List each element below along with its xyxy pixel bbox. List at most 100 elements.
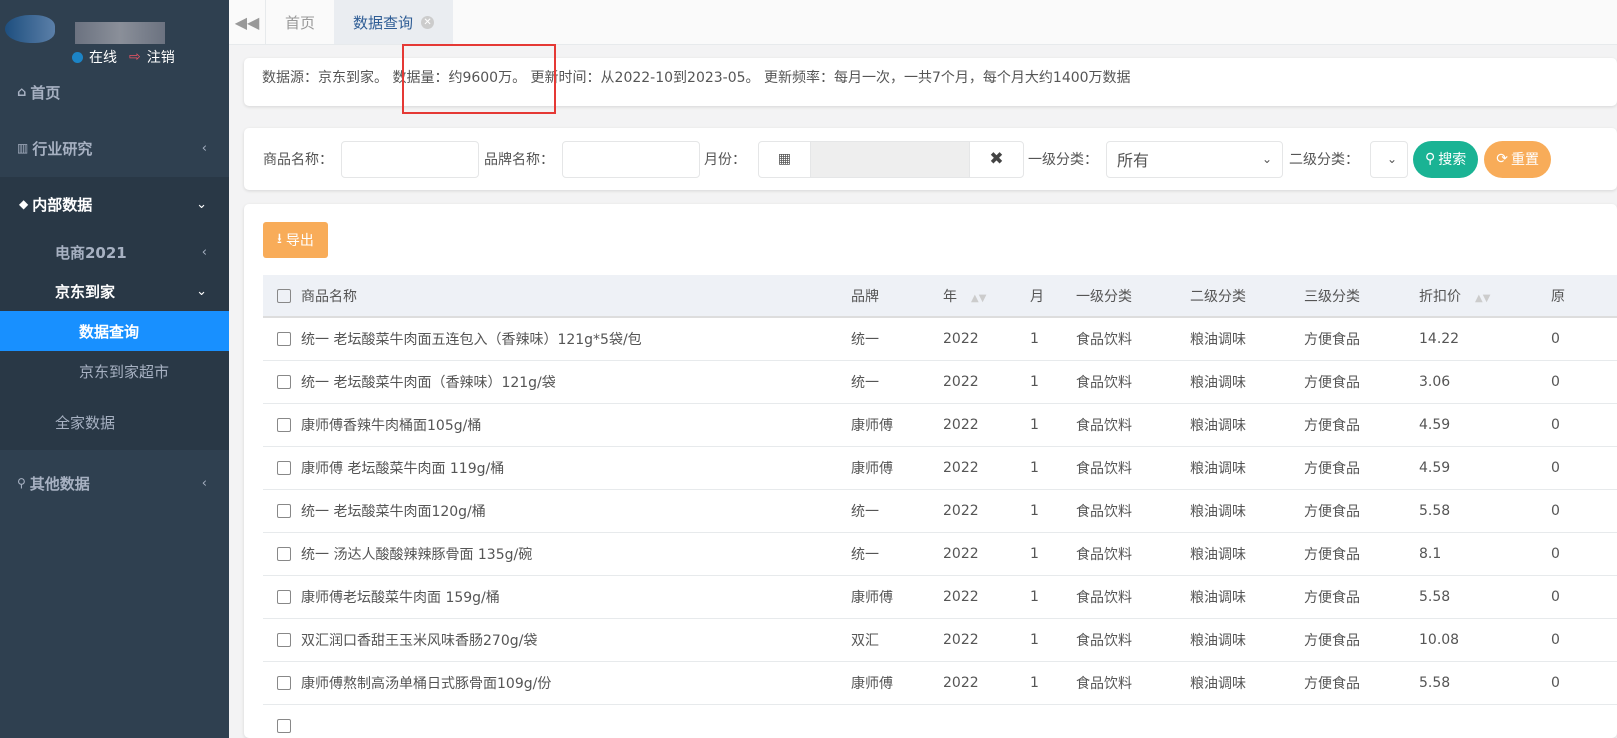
table-row[interactable]: 统一 老坛酸菜牛肉面（香辣味）121g/袋 统一 2022 1 食品饮料 粮油调味 方便食品… <box>263 360 1617 404</box>
col-product[interactable]: 商品名称 <box>301 275 851 318</box>
close-icon[interactable]: ✕ <box>421 15 435 29</box>
sidebar-item-home[interactable]: ⌂ 首页 <box>0 80 229 104</box>
cell: 方便食品 <box>1304 618 1419 662</box>
filter-bar: 商品名称： 品牌名称： 月份： ▦ ✖ 一级分类： 所有 ⌄ 二级分类： ⌄ ⚲ 搜… <box>244 128 1617 190</box>
cell: 0 <box>1551 575 1617 619</box>
chevron-left-icon: ‹ <box>201 140 207 156</box>
cell: 2022 <box>943 618 1030 662</box>
header-label: 折扣价 <box>1419 288 1461 305</box>
category1-value: 所有 <box>1117 151 1150 170</box>
product-name-label: 商品名称： <box>263 152 333 168</box>
cell: 方便食品 <box>1304 317 1419 361</box>
sort-icon: ▲▼ <box>971 292 987 304</box>
export-button[interactable]: ⭳ 导出 <box>263 222 328 258</box>
row-checkbox[interactable] <box>277 632 291 647</box>
reset-button[interactable]: ⟳ 重置 <box>1484 140 1551 178</box>
sidebar-item-family[interactable]: 全家数据 <box>0 410 229 434</box>
row-checkbox[interactable] <box>277 589 291 604</box>
cell: 康师傅 <box>851 661 943 705</box>
cell: 统一 <box>851 317 943 361</box>
clear-icon[interactable]: ✖ <box>969 141 1023 177</box>
header-label: 月 <box>1030 288 1044 305</box>
sort-icon: ▲▼ <box>1475 292 1491 304</box>
col-cat3[interactable]: 三级分类 <box>1304 275 1419 318</box>
cell: 粮油调味 <box>1190 446 1304 490</box>
tab-home[interactable]: 首页 <box>266 0 334 44</box>
sidebar-item-internal[interactable]: ◆ 内部数据 ⌄ <box>0 192 229 216</box>
sidebar-item-ecom2021[interactable]: 电商2021 ‹ <box>0 240 229 264</box>
col-cat2[interactable]: 二级分类 <box>1190 275 1304 318</box>
col-discount-price[interactable]: 折扣价 ▲▼ <box>1419 275 1551 318</box>
cell: 2022 <box>943 575 1030 619</box>
cell: 10.08 <box>1419 618 1551 662</box>
select-all-checkbox[interactable] <box>277 288 291 303</box>
sidebar-item-jddj-market[interactable]: 京东到家超市 <box>0 359 229 383</box>
scroll-left-button[interactable]: ◀◀ <box>229 0 266 44</box>
row-checkbox[interactable] <box>277 460 291 475</box>
tab-data-query[interactable]: 数据查询 ✕ <box>334 0 454 44</box>
row-checkbox[interactable] <box>277 718 291 733</box>
cell: 1 <box>1030 661 1076 705</box>
row-checkbox[interactable] <box>277 417 291 432</box>
table-row[interactable]: 康师傅香辣牛肉桶面105g/桶 康师傅 2022 1 食品饮料 粮油调味 方便食品 4.59 0 <box>263 403 1617 447</box>
table-row[interactable]: 康师傅 老坛酸菜牛肉面 119g/桶 康师傅 2022 1 食品饮料 粮油调味 方便食品 4.… <box>263 446 1617 490</box>
table-row[interactable] <box>263 704 1617 738</box>
online-label: 在线 <box>89 50 117 66</box>
row-checkbox[interactable] <box>277 546 291 561</box>
cell: 康师傅 <box>851 575 943 619</box>
category2-select[interactable]: ⌄ <box>1370 140 1408 178</box>
table-row[interactable]: 康师傅熬制高汤单桶日式豚骨面109g/份 康师傅 2022 1 食品饮料 粮油调味 方便食品… <box>263 661 1617 705</box>
row-checkbox[interactable] <box>277 374 291 389</box>
cell: 粮油调味 <box>1190 661 1304 705</box>
cell: 粮油调味 <box>1190 489 1304 533</box>
export-label: 导出 <box>285 233 314 249</box>
logout-link[interactable]: 注销 <box>147 47 175 67</box>
product-name-input[interactable] <box>341 140 479 178</box>
sidebar-item-other[interactable]: ⚲ 其他数据 ‹ <box>0 471 229 495</box>
label: 电商2021 <box>55 243 127 262</box>
cell: 方便食品 <box>1304 532 1419 576</box>
col-month[interactable]: 月 <box>1030 275 1076 318</box>
cell: 食品饮料 <box>1076 661 1190 705</box>
cell: 2022 <box>943 403 1030 447</box>
download-icon: ⭳ <box>277 231 282 247</box>
cell: 1 <box>1030 360 1076 404</box>
col-year[interactable]: 年 ▲▼ <box>943 275 1030 318</box>
col-brand[interactable]: 品牌 <box>851 275 943 318</box>
table-row[interactable]: 双汇润口香甜王玉米风味香肠270g/袋 双汇 2022 1 食品饮料 粮油调味 方便食品 10… <box>263 618 1617 662</box>
cell: 统一 <box>851 489 943 533</box>
month-input[interactable] <box>811 141 969 177</box>
month-picker[interactable]: ▦ ✖ <box>758 140 1024 178</box>
table-row[interactable]: 统一 老坛酸菜牛肉面120g/桶 统一 2022 1 食品饮料 粮油调味 方便食品 5.58 0 <box>263 489 1617 533</box>
cell: 食品饮料 <box>1076 575 1190 619</box>
cell: 统一 老坛酸菜牛肉面（香辣味）121g/袋 <box>301 360 851 404</box>
row-checkbox[interactable] <box>277 503 291 518</box>
cell: 1 <box>1030 403 1076 447</box>
table-row[interactable]: 康师傅老坛酸菜牛肉面 159g/桶 康师傅 2022 1 食品饮料 粮油调味 方便食品 5.5… <box>263 575 1617 619</box>
brand-name-input[interactable] <box>562 140 700 178</box>
table-row[interactable]: 统一 汤达人酸酸辣辣豚骨面 135g/碗 统一 2022 1 食品饮料 粮油调味 方便食品 8… <box>263 532 1617 576</box>
row-checkbox[interactable] <box>277 675 291 690</box>
search-button[interactable]: ⚲ 搜索 <box>1413 140 1479 178</box>
brand-name-label: 品牌名称： <box>484 152 554 168</box>
sidebar-item-industry[interactable]: ▥ 行业研究 ‹ <box>0 136 229 160</box>
home-icon: ⌂ <box>17 84 27 100</box>
sidebar-item-data-query[interactable]: 数据查询 <box>0 311 229 351</box>
row-checkbox[interactable] <box>277 331 291 346</box>
cell: 4.59 <box>1419 446 1551 490</box>
label: 京东到家超市 <box>79 362 170 381</box>
category1-select[interactable]: 所有 ⌄ <box>1106 140 1283 178</box>
calendar-icon[interactable]: ▦ <box>759 141 811 177</box>
cell: 0 <box>1551 403 1617 447</box>
chevron-down-icon: ⌄ <box>1261 152 1272 166</box>
col-cat1[interactable]: 一级分类 <box>1076 275 1190 318</box>
sidebar-item-jddj[interactable]: 京东到家 ⌄ <box>0 279 229 303</box>
table-row[interactable]: 统一 老坛酸菜牛肉面五连包入（香辣味）121g*5袋/包 统一 2022 1 食品饮料粮… <box>263 317 1617 361</box>
col-original-price[interactable]: 原 <box>1551 275 1617 318</box>
cell: 5.58 <box>1419 575 1551 619</box>
cell: 统一 汤达人酸酸辣辣豚骨面 135g/碗 <box>301 532 851 576</box>
chevron-down-icon: ⌄ <box>1386 152 1397 166</box>
logout-icon[interactable]: ⇨ <box>129 49 141 65</box>
online-dot-icon <box>72 51 83 63</box>
cell: 粮油调味 <box>1190 317 1304 361</box>
